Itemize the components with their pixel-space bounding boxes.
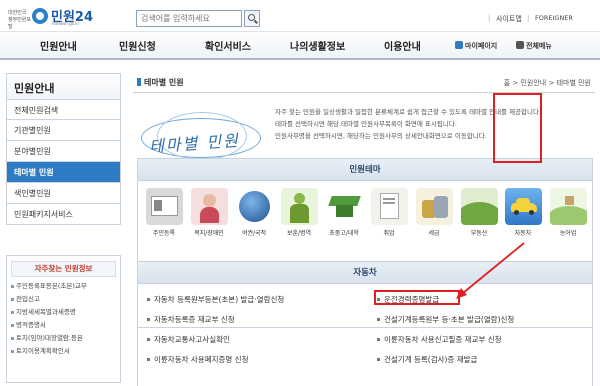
service-link[interactable]: 자동차교통사고사실확인 <box>147 334 230 345</box>
favorite-item[interactable]: 병적증명서 <box>7 319 120 332</box>
logo-emblem-icon <box>32 8 48 24</box>
favorite-item[interactable]: 전입신고 <box>7 293 120 306</box>
foreigner-link[interactable]: FOREIGNER <box>535 14 573 22</box>
service-link[interactable]: 건설기계 등록(검사)증 재발급 <box>376 354 477 365</box>
search-button[interactable] <box>244 10 260 27</box>
favorite-item[interactable]: 토지이용계획확인서 <box>7 345 120 358</box>
main-navigation: 민원안내 민원신청 확인서비스 나의생활정보 이용안내 마이페이지 전체메뉴 <box>0 31 600 60</box>
user-icon <box>455 41 463 49</box>
graduation-cap-icon <box>325 188 363 225</box>
breadcrumb: 홈 > 민원안내 > 테마별 민원 <box>503 79 591 87</box>
coins-icon <box>415 188 453 225</box>
favorite-item[interactable]: 지방세세목별과세증명 <box>7 306 120 319</box>
theme-real-estate[interactable]: 부동산 <box>459 188 499 237</box>
gnb-item-life-info[interactable]: 나의생활정보 <box>290 38 345 53</box>
farm-icon <box>549 188 587 225</box>
theme-tax[interactable]: 세금 <box>414 188 454 237</box>
theme-resident[interactable]: 주민등록 <box>144 188 184 237</box>
breadcrumb-current: 테마별 민원 <box>556 79 591 87</box>
theme-grid: 주민등록 복지/장애인 여권/국적 보훈/병역 초중고/대학 취업 세금 부동산… <box>138 182 592 252</box>
theme-farming[interactable]: 농어업 <box>548 188 588 237</box>
gnb-item-apply[interactable]: 민원신청 <box>119 38 156 53</box>
gnb-item-usage[interactable]: 이용안내 <box>384 38 421 53</box>
car-service-panel: 자동차 자동차 등록원부등본(초본) 발급·열람신청 자동차등록증 재교부 신청… <box>137 261 593 386</box>
side-menu-title: 민원안내 <box>6 73 121 99</box>
favorites-box: 자주찾는 민원정보 주민등록표등본(초본)교부 전입신고 지방세세목별과세증명 … <box>6 255 121 383</box>
car-panel-title: 자동차 <box>138 262 592 284</box>
theme-car[interactable]: 자동차 <box>503 188 543 237</box>
theme-school[interactable]: 초중고/대학 <box>324 188 364 237</box>
theme-welfare[interactable]: 복지/장애인 <box>189 188 229 237</box>
mypage-button[interactable]: 마이페이지 <box>455 41 497 51</box>
logo-url: minwon.go.kr <box>52 21 80 26</box>
main-content: 테마별 민원 홈 > 민원안내 > 테마별 민원 테마별 민원 자주 찾는 민원… <box>133 73 595 386</box>
welfare-icon <box>190 188 228 225</box>
site-header: 대한민국 정부민원포털 민원24 minwon.go.kr | 사이트맵 | F… <box>0 0 600 31</box>
gnb-item-guide[interactable]: 민원안내 <box>40 38 77 53</box>
side-item-by-agency[interactable]: 기관별민원 <box>6 120 121 141</box>
side-item-package[interactable]: 민원패키지서비스 <box>6 204 121 225</box>
id-card-icon <box>145 188 183 225</box>
soldier-icon <box>280 188 318 225</box>
favorites-title: 자주찾는 민원정보 <box>11 261 116 277</box>
theme-veterans[interactable]: 보훈/병역 <box>279 188 319 237</box>
sitemap-link[interactable]: 사이트맵 <box>496 14 522 24</box>
highlight-box <box>374 290 460 305</box>
gov-portal-text: 대한민국 정부민원포털 <box>8 10 32 30</box>
car-icon <box>504 188 542 225</box>
theme-passport[interactable]: 여권/국적 <box>234 188 274 237</box>
page-header: 테마별 민원 홈 > 민원안내 > 테마별 민원 <box>133 73 595 93</box>
side-item-by-theme[interactable]: 테마별 민원 <box>6 162 121 183</box>
grid-icon <box>516 41 524 49</box>
side-menu: 민원안내 전체민원검색 기관별민원 분야별민원 테마별 민원 색인별민원 민원패… <box>6 73 121 225</box>
service-link[interactable]: 건설기계등록원부 등·초본 발급(열람)신청 <box>376 314 514 325</box>
service-link[interactable]: 자동차 등록원부등본(초본) 발급·열람신청 <box>146 294 284 305</box>
favorite-item[interactable]: 토지(임야)대장열람.등본 <box>7 332 120 345</box>
search-input[interactable] <box>136 10 242 27</box>
highlight-box <box>493 93 542 163</box>
globe-icon <box>235 188 273 225</box>
service-link[interactable]: 이륜자동차 사용신고필증 재교부 신청 <box>377 334 502 345</box>
service-link[interactable]: 이륜자동차 사용폐지증명 신청 <box>146 354 248 365</box>
document-icon <box>370 188 408 225</box>
side-item-all-search[interactable]: 전체민원검색 <box>6 99 121 120</box>
page-title: 테마별 민원 <box>137 77 184 88</box>
all-menu-button[interactable]: 전체메뉴 <box>516 41 552 51</box>
hill-icon <box>460 188 498 225</box>
breadcrumb-home[interactable]: 홈 <box>504 79 510 87</box>
side-item-by-field[interactable]: 분야별민원 <box>6 141 121 162</box>
service-link[interactable]: 자동차등록증 재교부 신청 <box>147 314 235 325</box>
banner-description: 자주 찾는 민원을 일상생활과 밀접한 분류체계로 쉽게 접근할 수 있도록 테… <box>275 108 542 140</box>
banner-illustration: 테마별 민원 <box>137 108 277 163</box>
side-item-by-index[interactable]: 색인별민원 <box>6 183 121 204</box>
site-logo[interactable]: 대한민국 정부민원포털 민원24 minwon.go.kr <box>8 6 98 30</box>
favorite-item[interactable]: 주민등록표등본(초본)교부 <box>7 280 120 293</box>
breadcrumb-guide[interactable]: 민원안내 <box>520 79 546 87</box>
theme-employment[interactable]: 취업 <box>369 188 409 237</box>
gnb-item-verify[interactable]: 확인서비스 <box>205 38 251 53</box>
